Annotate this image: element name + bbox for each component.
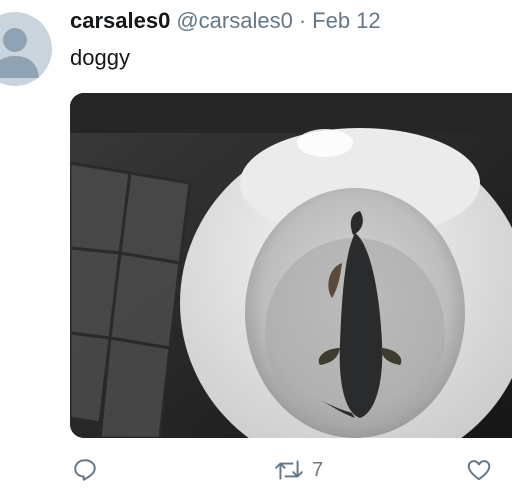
retweet-icon [275, 460, 303, 480]
retweet-button[interactable]: 7 [274, 452, 323, 488]
avatar[interactable] [0, 12, 52, 86]
reply-icon [74, 459, 96, 481]
separator-dot: · [298, 8, 307, 33]
display-name[interactable]: carsales0 [70, 8, 170, 33]
tweet-date[interactable]: Feb 12 [312, 8, 381, 33]
user-handle[interactable]: @carsales0 [176, 8, 293, 33]
tweet-text: doggy [70, 45, 130, 70]
tweet-actions: 7 [70, 452, 512, 488]
heart-icon [467, 460, 491, 481]
tweet-media-photo[interactable] [70, 93, 512, 438]
retweet-count: 7 [312, 458, 324, 481]
tweet-header: carsales0 @carsales0 · Feb 12 [70, 8, 381, 34]
toilet-fish-photo [70, 93, 512, 438]
default-avatar-icon [0, 28, 39, 78]
reply-button[interactable] [72, 452, 98, 488]
like-button[interactable] [466, 452, 492, 488]
